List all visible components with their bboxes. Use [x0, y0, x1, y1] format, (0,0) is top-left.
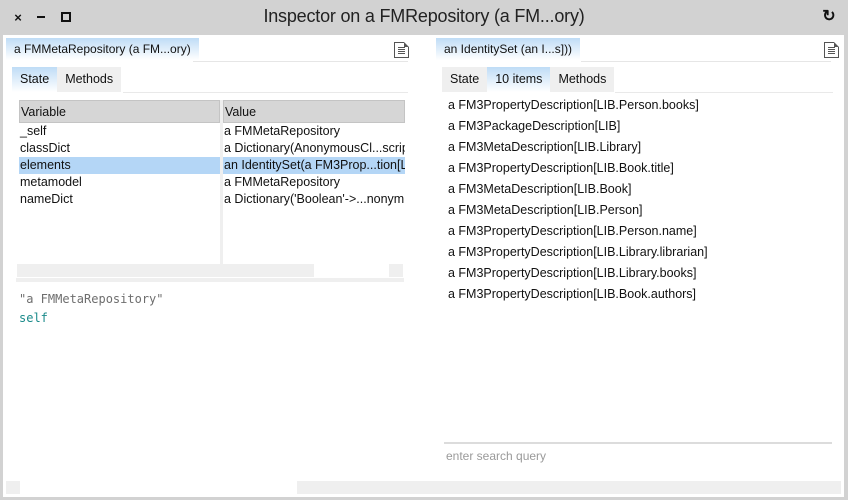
window-menu-button[interactable]: ↻	[820, 8, 838, 26]
tab-state[interactable]: State	[12, 67, 58, 92]
left-inspector-pane: a FMMetaRepository (a FM...ory) State Me…	[3, 35, 423, 475]
value-column-header[interactable]: Value	[223, 100, 405, 123]
right-subtabs: State 10 items Methods	[442, 67, 615, 92]
list-item[interactable]: a FM3PropertyDescription[LIB.Book.author…	[448, 284, 708, 305]
table-row-value[interactable]: a FMMetaRepository	[223, 174, 405, 191]
right-inspector-pane: an IdentitySet (an I...s])) State 10 ite…	[433, 35, 844, 475]
right-pane-tab-divider	[581, 61, 831, 62]
window-titlebar: × Inspector on a FMRepository (a FM...or…	[0, 0, 848, 35]
list-item[interactable]: a FM3PropertyDescription[LIB.Person.name…	[448, 221, 708, 242]
right-pane-tab[interactable]: an IdentitySet (an I...s]))	[436, 38, 581, 60]
list-item[interactable]: a FM3PropertyDescription[LIB.Library.lib…	[448, 242, 708, 263]
value-column: Value a FMMetaRepository a Dictionary(An…	[223, 100, 405, 265]
list-item[interactable]: a FM3PropertyDescription[LIB.Person.book…	[448, 95, 708, 116]
variable-column: Variable _self classDict elements metamo…	[19, 100, 220, 265]
variable-column-header[interactable]: Variable	[19, 100, 220, 123]
variables-horizontal-scrollbar[interactable]	[17, 264, 314, 277]
table-row-variable[interactable]: _self	[19, 123, 220, 140]
table-row-value[interactable]: a Dictionary('Boolean'->...nonym	[223, 191, 405, 208]
list-item[interactable]: a FM3PropertyDescription[LIB.Library.boo…	[448, 263, 708, 284]
values-horizontal-scrollbar[interactable]	[389, 264, 403, 277]
variables-table: Variable _self classDict elements metamo…	[19, 100, 405, 265]
right-pane-document-icon[interactable]	[824, 42, 839, 58]
refresh-icon: ↻	[822, 8, 836, 25]
table-row-variable[interactable]: classDict	[19, 140, 220, 157]
list-item[interactable]: a FM3PropertyDescription[LIB.Book.title]	[448, 158, 708, 179]
list-item[interactable]: a FM3MetaDescription[LIB.Book]	[448, 179, 708, 200]
inspector-content: a FMMetaRepository (a FM...ory) State Me…	[3, 35, 844, 497]
left-pane-scroll-button[interactable]	[6, 481, 20, 494]
tab-methods[interactable]: Methods	[550, 67, 615, 92]
list-item[interactable]: a FM3PackageDescription[LIB]	[448, 116, 708, 137]
window-title: Inspector on a FMRepository (a FM...ory)	[263, 6, 585, 26]
table-row-variable[interactable]: metamodel	[19, 174, 220, 191]
code-editor[interactable]: "a FMMetaRepository" self	[19, 290, 164, 328]
list-item[interactable]: a FM3MetaDescription[LIB.Library]	[448, 137, 708, 158]
table-row-value-selected[interactable]: an IdentitySet(a FM3Prop...tion[L	[223, 157, 405, 174]
left-subtabs-divider	[123, 92, 408, 93]
table-row-value[interactable]: a Dictionary(AnonymousCl...scrip	[223, 140, 405, 157]
table-row-variable[interactable]: nameDict	[19, 191, 220, 208]
code-expression: self	[19, 311, 48, 325]
left-pane-tab[interactable]: a FMMetaRepository (a FM...ory)	[6, 38, 199, 60]
items-list: a FM3PropertyDescription[LIB.Person.book…	[448, 95, 708, 305]
code-comment: "a FMMetaRepository"	[19, 292, 164, 306]
right-subtabs-divider	[615, 92, 833, 93]
left-pane-document-icon[interactable]	[394, 42, 409, 58]
search-input[interactable]	[446, 446, 832, 466]
left-pane-tab-divider	[193, 61, 408, 62]
list-item[interactable]: a FM3MetaDescription[LIB.Person]	[448, 200, 708, 221]
search-divider	[444, 442, 832, 444]
table-bottom-divider	[16, 278, 404, 282]
left-subtabs: State Methods	[12, 67, 122, 92]
tab-items[interactable]: 10 items	[487, 67, 551, 92]
tab-methods[interactable]: Methods	[57, 67, 122, 92]
table-row-value[interactable]: a FMMetaRepository	[223, 123, 405, 140]
panes-horizontal-scrollbar[interactable]	[297, 481, 841, 494]
tab-state[interactable]: State	[442, 67, 488, 92]
table-row-variable-selected[interactable]: elements	[19, 157, 220, 174]
